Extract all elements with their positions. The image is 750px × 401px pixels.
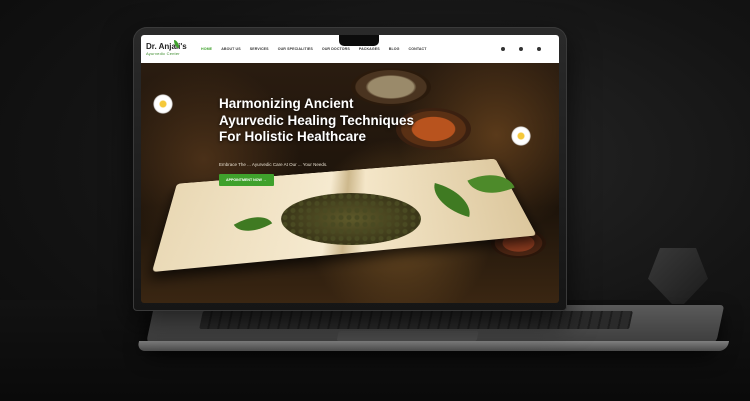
linkedin-icon[interactable]: [537, 47, 541, 51]
instagram-icon[interactable]: [519, 47, 523, 51]
nav-item-specialities[interactable]: OUR SPECIALITIES: [278, 47, 313, 51]
keyboard: [199, 311, 633, 329]
social-links: [501, 47, 541, 51]
hero-title: Harmonizing Ancient Ayurvedic Healing Te…: [219, 96, 419, 146]
laptop-base: [146, 305, 725, 345]
nav-item-about[interactable]: ABOUT US: [221, 47, 241, 51]
nav-item-blog[interactable]: BLOG: [389, 47, 400, 51]
nav-item-contact[interactable]: CONTACT: [409, 47, 427, 51]
facebook-icon[interactable]: [501, 47, 505, 51]
trackpad: [337, 331, 479, 341]
jasmine-flower-icon: [152, 93, 174, 115]
logo-tagline: Ayurvedic Center: [146, 52, 194, 56]
decor-block: [648, 248, 708, 304]
nav-item-packages[interactable]: PACKAGES: [359, 47, 380, 51]
appointment-button[interactable]: APPOINTMENT NOW →: [219, 174, 274, 186]
site-logo[interactable]: Dr. Anjali's Ayurvedic Center: [146, 43, 194, 56]
main-nav: HOME ABOUT US SERVICES OUR SPECIALITIES …: [201, 47, 427, 51]
laptop-base-edge: [137, 341, 729, 351]
nav-item-doctors[interactable]: OUR DOCTORS: [322, 47, 350, 51]
logo-name: Dr. Anjali's: [146, 43, 194, 51]
hero-subtitle: Embrace The ... Ayurvedic Care At Our ..…: [219, 162, 359, 168]
laptop-lid: Dr. Anjali's Ayurvedic Center HOME ABOUT…: [133, 27, 567, 311]
camera-notch: [339, 35, 379, 46]
nav-item-services[interactable]: SERVICES: [250, 47, 269, 51]
hero-content: Harmonizing Ancient Ayurvedic Healing Te…: [219, 96, 419, 186]
herb-seeds: [281, 193, 421, 245]
laptop-screen: Dr. Anjali's Ayurvedic Center HOME ABOUT…: [141, 35, 559, 303]
hero-section: Harmonizing Ancient Ayurvedic Healing Te…: [141, 63, 559, 303]
nav-item-home[interactable]: HOME: [201, 47, 212, 51]
jasmine-flower-icon: [510, 125, 532, 147]
